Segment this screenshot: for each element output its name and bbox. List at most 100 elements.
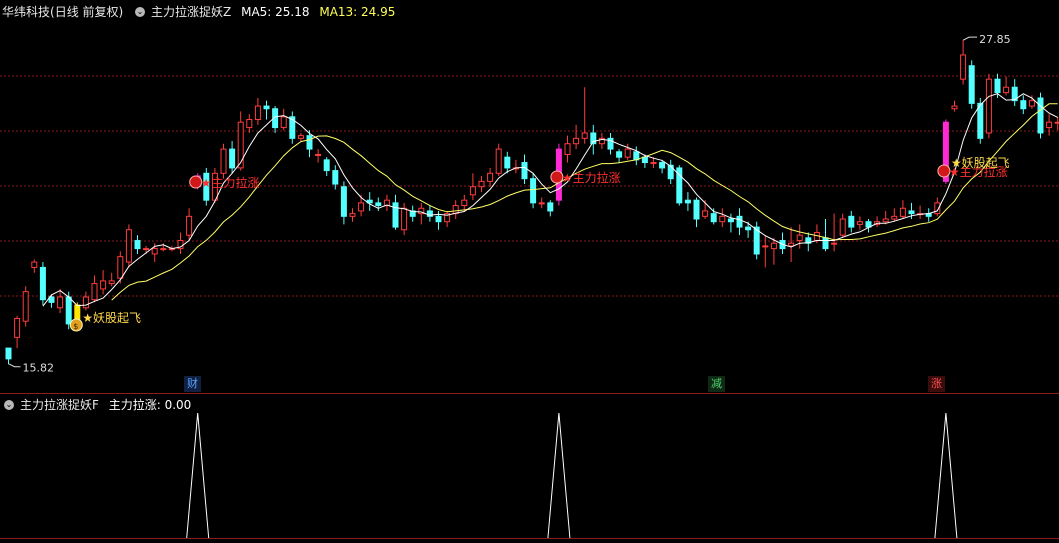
candle: [985, 78, 992, 134]
candle: [65, 296, 72, 325]
candle: [1028, 100, 1035, 107]
candle: [82, 296, 89, 309]
candle: [91, 283, 98, 301]
candle: [839, 218, 846, 236]
candle: [960, 54, 967, 80]
sub-value-label: 主力拉涨: 0.00: [108, 398, 192, 412]
candle: [641, 156, 648, 164]
candle: [736, 215, 743, 228]
candle: [461, 199, 468, 207]
candle: [280, 116, 287, 129]
candle: [358, 202, 365, 212]
signal-yao-label: ★妖股起飞: [82, 311, 141, 325]
candle: [719, 215, 726, 223]
candle: [650, 162, 657, 165]
signal-spike: [186, 413, 210, 539]
candle: [1037, 97, 1044, 134]
signal-spike: [547, 413, 571, 539]
high-price-pointer: [962, 36, 978, 41]
signal-spike: [934, 413, 958, 539]
candle: [899, 207, 906, 217]
ma13-label: MA13: 24.95: [319, 5, 396, 19]
candle: [891, 215, 898, 220]
candle: [125, 229, 132, 263]
candle: [22, 291, 29, 322]
candle: [521, 162, 528, 180]
tag-rise[interactable]: 涨: [928, 376, 945, 392]
candle: [435, 215, 442, 223]
candle: [340, 186, 347, 217]
high-price-label: 27.85: [979, 33, 1011, 46]
candle: [693, 199, 700, 220]
candle: [186, 215, 193, 236]
ma5-label: MA5: 25.18: [241, 5, 310, 19]
tag-reduce[interactable]: 减: [708, 376, 725, 392]
candle: [100, 280, 107, 290]
candle: [297, 135, 304, 139]
candle: [254, 105, 261, 121]
candle: [684, 199, 691, 204]
candle: [908, 210, 915, 215]
candle: [659, 162, 666, 169]
candle: [160, 248, 167, 251]
candle: [624, 148, 631, 158]
ma5-line: [42, 93, 1058, 307]
candle: [977, 102, 984, 139]
sub-header: ⌄ 主力拉涨捉妖F 主力拉涨: 0.00: [2, 395, 197, 415]
candle: [770, 242, 777, 250]
pane-separator[interactable]: [0, 393, 1059, 394]
signal-yao-label: ★妖股起飞: [951, 156, 1010, 170]
indicator-settings-icon[interactable]: ⌄: [135, 6, 146, 17]
main-header: 华纬科技(日线 前复权) ⌄ 主力拉涨捉妖Z MA5: 25.18 MA13: 2…: [2, 2, 401, 22]
candle: [237, 121, 244, 169]
candle: [616, 151, 623, 158]
signal-lala: ★主力拉涨: [189, 175, 259, 190]
candle: [848, 215, 855, 228]
candle: [882, 218, 889, 223]
candle: [392, 202, 399, 228]
candle: [487, 172, 494, 182]
candle: [401, 207, 408, 231]
signal-yao: $ ★妖股起飞: [69, 311, 141, 332]
candle: [495, 148, 502, 174]
candlestick-chart[interactable]: 27.8515.82★主力拉涨 ★主力拉涨 ★主力拉涨$★妖股起飞★妖股起飞: [0, 20, 1059, 375]
candle: [220, 148, 227, 174]
candle: [143, 248, 150, 251]
candle: [1003, 86, 1010, 94]
signal-lala-label: ★主力拉涨: [562, 170, 621, 185]
sub-indicator-settings-icon[interactable]: ⌄: [4, 399, 14, 410]
candle: [315, 153, 322, 156]
indicator-name[interactable]: 主力拉涨捉妖Z: [151, 5, 231, 19]
low-price-pointer: [8, 363, 21, 368]
candle: [564, 143, 571, 155]
money-bag-symbol: $: [73, 322, 78, 331]
candle: [229, 148, 236, 169]
candle: [994, 78, 1001, 94]
candle: [246, 119, 253, 129]
candle: [745, 226, 752, 231]
candle: [108, 280, 115, 285]
candle: [39, 266, 46, 301]
candle: [951, 105, 958, 110]
candle: [332, 170, 339, 185]
sub-indicator-name[interactable]: 主力拉涨捉妖F: [20, 398, 99, 412]
candle: [375, 202, 382, 207]
candle: [538, 202, 545, 205]
candle: [1046, 121, 1053, 129]
candle: [762, 245, 769, 248]
signal-lala: ★主力拉涨: [550, 170, 621, 185]
candle: [727, 218, 734, 223]
candle: [504, 156, 511, 169]
signal-chart[interactable]: [0, 413, 1059, 543]
candle: [831, 242, 838, 245]
candle: [117, 256, 124, 279]
candle: [788, 242, 795, 247]
stock-name[interactable]: 华纬科技: [2, 5, 50, 19]
candle: [547, 202, 554, 212]
candle: [349, 213, 356, 217]
period-label: (日线 前复权): [50, 5, 124, 19]
candle: [134, 240, 141, 250]
candle: [306, 135, 313, 150]
candle: [57, 296, 64, 309]
tag-finance[interactable]: 财: [184, 376, 201, 392]
